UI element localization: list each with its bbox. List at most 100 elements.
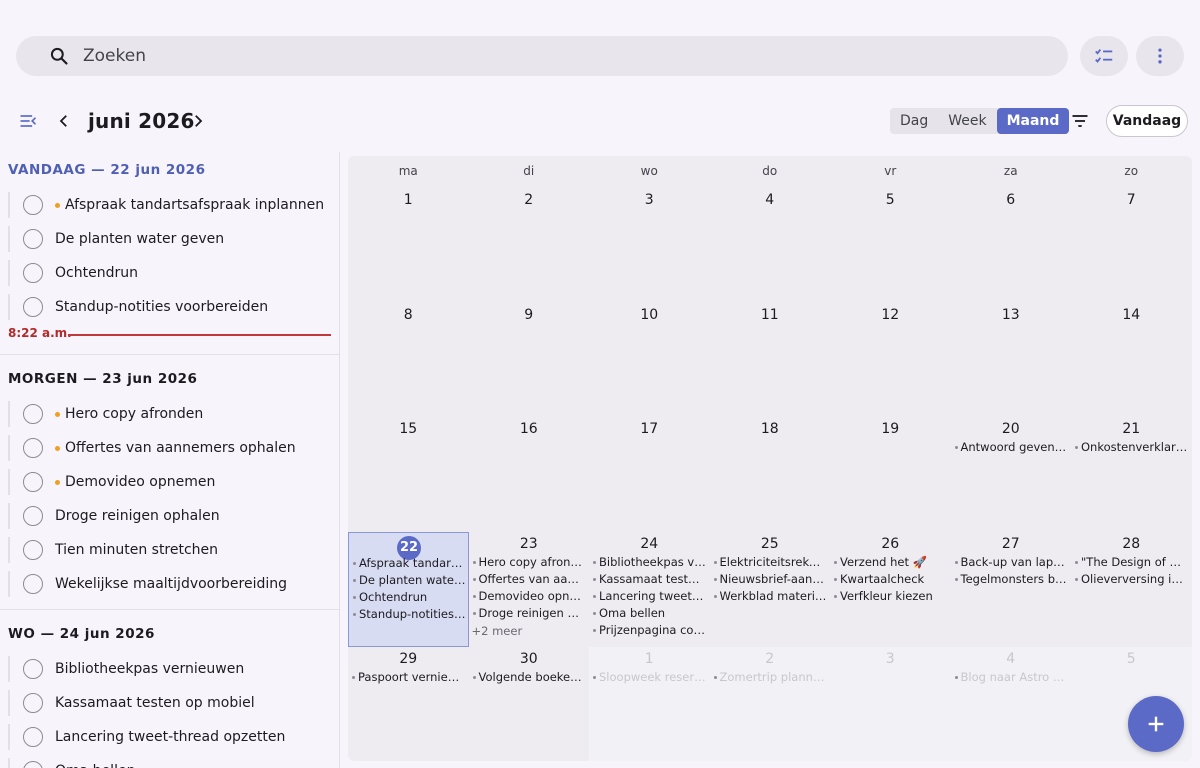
search-input[interactable] — [83, 46, 983, 66]
task-item[interactable]: Ochtendrun — [0, 256, 339, 290]
calendar-event[interactable]: Paspoort vernieuwen — [351, 669, 465, 686]
calendar-event[interactable]: Prijzenpagina controleren — [592, 622, 706, 639]
calendar-event[interactable]: Volgende boekenclub — [472, 669, 586, 686]
task-item[interactable]: Afspraak tandartsafspraak inplannen — [0, 188, 339, 222]
calendar-event[interactable]: Verzend het 🚀 — [833, 554, 947, 571]
task-checkbox[interactable] — [23, 540, 43, 560]
calendar-event[interactable]: Offertes van aannemers ophalen — [472, 571, 586, 588]
task-item[interactable]: Demovideo opnemen — [0, 465, 339, 499]
day-cell[interactable]: 6 — [951, 188, 1072, 303]
task-checkbox[interactable] — [23, 574, 43, 594]
task-item[interactable]: Tien minuten stretchen — [0, 533, 339, 567]
task-checkbox[interactable] — [23, 506, 43, 526]
calendar-event[interactable]: Tegelmonsters bestellen — [954, 571, 1068, 588]
day-cell[interactable]: 15 — [348, 417, 469, 532]
day-cell[interactable]: 3 — [830, 646, 951, 761]
day-cell[interactable]: 3 — [589, 188, 710, 303]
task-checkbox[interactable] — [23, 404, 43, 424]
calendar-event[interactable]: Droge reinigen ophalen — [472, 605, 586, 622]
day-cell[interactable]: 14 — [1071, 303, 1192, 418]
day-cell[interactable]: 1 — [348, 188, 469, 303]
day-cell[interactable]: 30 Volgende boekenclub — [469, 647, 590, 761]
task-item[interactable]: Wekelijkse maaltijdvoorbereiding — [0, 567, 339, 601]
calendar-event[interactable]: "The Design of Everyday Things" — [1074, 554, 1188, 571]
day-cell[interactable]: 12 — [830, 303, 951, 418]
more-events-link[interactable]: +2 meer — [472, 624, 523, 638]
calendar-event[interactable]: Zomertrip plannen — [713, 669, 827, 686]
task-checkbox[interactable] — [23, 229, 43, 249]
day-cell[interactable]: 21Onkostenverklaring indienen — [1071, 417, 1192, 532]
calendar-event[interactable]: Blog naar Astro migreren — [954, 669, 1068, 686]
day-cell[interactable]: 16 — [469, 417, 590, 532]
day-cell[interactable]: 23Hero copy afrondenOffertes van aanneme… — [469, 532, 590, 647]
task-checkbox[interactable] — [23, 195, 43, 215]
day-cell[interactable]: 4 Blog naar Astro migreren — [950, 646, 1071, 761]
day-cell[interactable]: 11 — [710, 303, 831, 418]
day-cell[interactable]: 22Afspraak tandartsafspraak inplannenDe … — [348, 532, 469, 647]
calendar-event[interactable]: Antwoord geven op mail — [954, 439, 1068, 456]
view-day-button[interactable]: Dag — [890, 108, 938, 134]
previous-month-button[interactable] — [50, 107, 78, 135]
task-item[interactable]: Lancering tweet-thread opzetten — [0, 720, 339, 754]
calendar-event[interactable]: Onkostenverklaring indienen — [1074, 439, 1188, 456]
day-cell[interactable]: 2 Zomertrip plannen — [709, 646, 830, 761]
calendar-event[interactable]: De planten water geven — [352, 572, 466, 589]
day-cell[interactable]: 18 — [710, 417, 831, 532]
day-cell[interactable]: 5 — [830, 188, 951, 303]
next-month-button[interactable] — [184, 107, 212, 135]
calendar-event[interactable]: Standup-notities voorbereiden — [352, 606, 466, 623]
calendar-event[interactable]: Kwartaalcheck — [833, 571, 947, 588]
day-cell[interactable]: 26 Verzend het 🚀 Kwartaalcheck Verfkleur ki… — [830, 532, 951, 647]
task-checkbox[interactable] — [23, 263, 43, 283]
day-cell[interactable]: 27Back-up van laptop makenTegelmonsters … — [951, 532, 1072, 647]
day-cell[interactable]: 1 Sloopweek reserveren — [589, 646, 710, 761]
day-cell[interactable]: 24Bibliotheekpas vernieuwenKassamaat tes… — [589, 532, 710, 647]
filter-button[interactable] — [1066, 107, 1094, 135]
day-cell[interactable]: 13 — [951, 303, 1072, 418]
view-week-button[interactable]: Week — [938, 108, 996, 134]
day-cell[interactable]: 4 — [710, 188, 831, 303]
calendar-event[interactable]: Werkblad materiaal — [713, 588, 827, 605]
day-cell[interactable]: 29 Paspoort vernieuwen — [348, 647, 469, 761]
day-cell[interactable]: 20Antwoord geven op mail — [951, 417, 1072, 532]
task-item[interactable]: Standup-notities voorbereiden — [0, 290, 339, 324]
search-bar[interactable] — [16, 36, 1068, 76]
calendar-event[interactable]: Oma bellen — [592, 605, 706, 622]
day-cell[interactable]: 10 — [589, 303, 710, 418]
calendar-event[interactable]: Ochtendrun — [352, 589, 466, 606]
calendar-event[interactable]: Demovideo opnemen — [472, 588, 586, 605]
day-cell[interactable]: 28"The Design of Everyday Things"Oliever… — [1071, 532, 1192, 647]
day-cell[interactable]: 17 — [589, 417, 710, 532]
calendar-event[interactable]: Hero copy afronden — [472, 554, 586, 571]
task-item[interactable]: Oma bellen — [0, 754, 339, 768]
task-item[interactable]: Offertes van aannemers ophalen — [0, 431, 339, 465]
task-checkbox[interactable] — [23, 472, 43, 492]
sidebar-toggle-button[interactable] — [14, 107, 42, 135]
day-cell[interactable]: 19 — [830, 417, 951, 532]
day-cell[interactable]: 2 — [469, 188, 590, 303]
today-button[interactable]: Vandaag — [1106, 105, 1188, 137]
calendar-event[interactable]: Nieuwsbrief-aankondiging — [713, 571, 827, 588]
tasks-button[interactable] — [1080, 36, 1128, 76]
task-item[interactable]: De planten water geven — [0, 222, 339, 256]
task-checkbox[interactable] — [23, 727, 43, 747]
day-cell[interactable]: 9 — [469, 303, 590, 418]
calendar-event[interactable]: Afspraak tandartsafspraak inplannen — [352, 555, 466, 572]
calendar-event[interactable]: Elektriciteitsrekening betalen — [713, 554, 827, 571]
task-checkbox[interactable] — [23, 659, 43, 679]
calendar-event[interactable]: Back-up van laptop maken — [954, 554, 1068, 571]
task-checkbox[interactable] — [23, 297, 43, 317]
calendar-event[interactable]: Kassamaat testen op mobiel — [592, 571, 706, 588]
task-item[interactable]: Kassamaat testen op mobiel — [0, 686, 339, 720]
task-checkbox[interactable] — [23, 761, 43, 768]
add-event-button[interactable] — [1128, 696, 1184, 752]
view-month-button[interactable]: Maand — [996, 108, 1070, 134]
calendar-event[interactable]: Sloopweek reserveren — [592, 669, 706, 686]
task-item[interactable]: Hero copy afronden — [0, 397, 339, 431]
task-checkbox[interactable] — [23, 438, 43, 458]
calendar-event[interactable]: Lancering tweet-thread opzetten — [592, 588, 706, 605]
day-cell[interactable]: 25Elektriciteitsrekening betalenNieuwsbr… — [710, 532, 831, 647]
more-options-button[interactable] — [1136, 36, 1184, 76]
task-checkbox[interactable] — [23, 693, 43, 713]
calendar-event[interactable]: Verfkleur kiezen — [833, 588, 947, 605]
